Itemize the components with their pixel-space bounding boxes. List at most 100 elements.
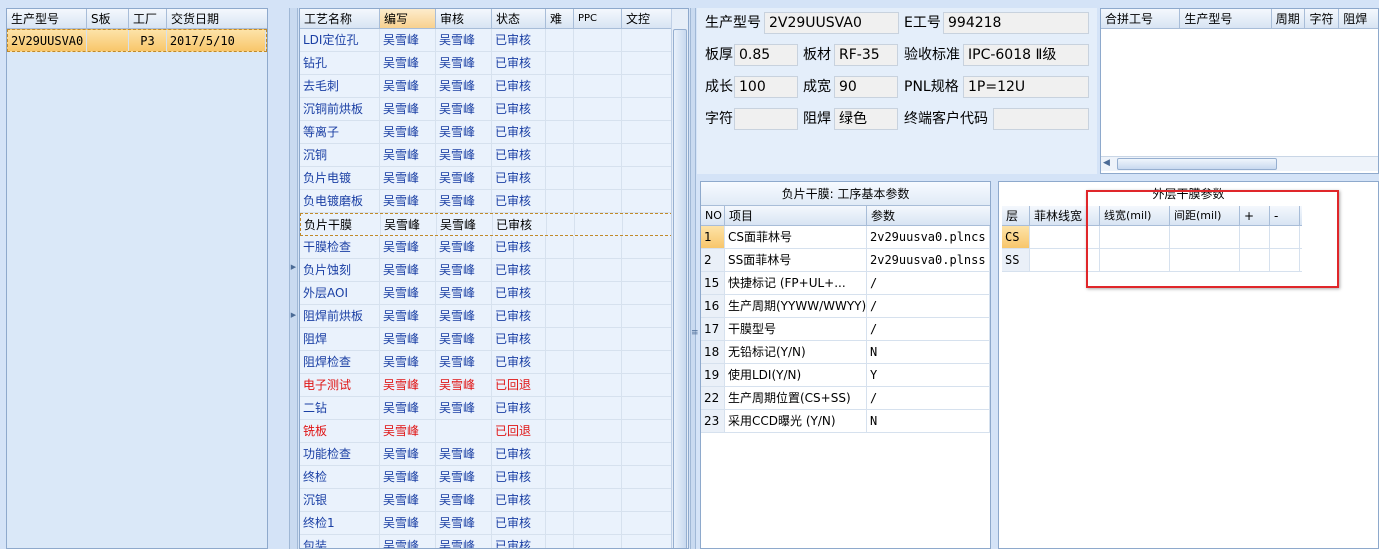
spacing-cell[interactable] xyxy=(1170,249,1240,271)
process-row[interactable]: 负片干膜 吴雪峰 吴雪峰 已审核 xyxy=(300,213,688,236)
splitter-right[interactable]: ≡ xyxy=(690,8,699,549)
col-header-writer[interactable]: 编写 xyxy=(380,9,436,28)
col-header-plus[interactable]: + xyxy=(1240,206,1270,225)
process-row[interactable]: 二钻 吴雪峰 吴雪峰 已审核 xyxy=(300,397,688,420)
col-header-model[interactable]: 生产型号 xyxy=(7,9,87,28)
process-row[interactable]: 电子测试 吴雪峰 吴雪峰 已回退 xyxy=(300,374,688,397)
status-cell: 已审核 xyxy=(492,98,546,120)
process-name-cell: 等离子 xyxy=(300,121,380,143)
param-row[interactable]: 22 生产周期位置(CS+SS) / xyxy=(701,387,990,410)
col-header-delivery-date[interactable]: 交货日期 xyxy=(167,9,267,28)
process-row[interactable]: 阻焊检查 吴雪峰 吴雪峰 已审核 xyxy=(300,351,688,374)
process-name-cell: 终检 xyxy=(300,466,380,488)
col-header-status[interactable]: 状态 xyxy=(492,9,546,28)
length-field[interactable]: 100 xyxy=(734,76,798,98)
col-header-period[interactable]: 周期 xyxy=(1272,9,1306,28)
col-header-spacing-mil[interactable]: 间距(mil) xyxy=(1170,206,1240,225)
process-row[interactable]: 沉银 吴雪峰 吴雪峰 已审核 xyxy=(300,489,688,512)
process-row[interactable]: 等离子 吴雪峰 吴雪峰 已审核 xyxy=(300,121,688,144)
scrollbar-thumb[interactable] xyxy=(673,29,687,548)
eno-field[interactable]: 994218 xyxy=(943,12,1089,34)
col-header-layer[interactable]: 层 xyxy=(1002,206,1030,225)
col-header-ppc[interactable]: PPC xyxy=(574,9,622,28)
param-value-cell: Y xyxy=(867,364,990,386)
col-header-minus[interactable]: - xyxy=(1270,206,1300,225)
char-field[interactable] xyxy=(734,108,798,130)
reviewer-cell: 吴雪峰 xyxy=(436,351,492,373)
process-row[interactable]: 终检1 吴雪峰 吴雪峰 已审核 xyxy=(300,512,688,535)
process-row[interactable]: 钻孔 吴雪峰 吴雪峰 已审核 xyxy=(300,52,688,75)
thickness-field[interactable]: 0.85 xyxy=(734,44,798,66)
layer-cell: CS xyxy=(1002,226,1030,248)
model-field[interactable]: 2V29UUSVA0 xyxy=(764,12,899,34)
col-header-process-name[interactable]: 工艺名称 xyxy=(300,9,380,28)
material-field[interactable]: RF-35 xyxy=(834,44,898,66)
linewidth-cell[interactable] xyxy=(1100,249,1170,271)
col-header-no[interactable]: NO xyxy=(701,206,725,225)
process-row[interactable]: 干膜检查 吴雪峰 吴雪峰 已审核 xyxy=(300,236,688,259)
param-row[interactable]: 23 采用CCD曝光 (Y/N) N xyxy=(701,410,990,433)
col-header-reviewer[interactable]: 审核 xyxy=(436,9,492,28)
vertical-scrollbar[interactable] xyxy=(671,9,688,548)
standard-field[interactable]: IPC-6018 Ⅱ级 xyxy=(963,44,1089,66)
width-field[interactable]: 90 xyxy=(834,76,898,98)
col-header-difficulty[interactable]: 难 xyxy=(546,9,574,28)
process-row[interactable]: 阻焊 吴雪峰 吴雪峰 已审核 xyxy=(300,328,688,351)
col-header-param[interactable]: 参数 xyxy=(867,206,990,225)
layer-row[interactable]: CS xyxy=(1002,226,1302,249)
process-row[interactable]: 外层AOI 吴雪峰 吴雪峰 已审核 xyxy=(300,282,688,305)
param-row[interactable]: 2 SS面菲林号 2v29uusva0.plnss xyxy=(701,249,990,272)
col-header-char[interactable]: 字符 xyxy=(1305,9,1340,28)
scrollbar-thumb[interactable] xyxy=(1117,158,1277,170)
param-row[interactable]: 15 快捷标记 (FP+UL+... / xyxy=(701,272,990,295)
status-cell: 已审核 xyxy=(492,489,546,511)
process-row[interactable]: 沉铜前烘板 吴雪峰 吴雪峰 已审核 xyxy=(300,98,688,121)
param-row[interactable]: 18 无铅标记(Y/N) N xyxy=(701,341,990,364)
model-row[interactable]: 2V29UUSVA0 P3 2017/5/10 xyxy=(7,29,267,52)
col-header-merge-job[interactable]: 合拼工号 xyxy=(1101,9,1181,28)
scroll-left-icon[interactable]: ◀ xyxy=(1103,158,1110,168)
param-row[interactable]: 17 干膜型号 / xyxy=(701,318,990,341)
col-header-s-board[interactable]: S板 xyxy=(87,9,129,28)
col-header-doc-control[interactable]: 文控 xyxy=(622,9,672,28)
plus-cell[interactable] xyxy=(1240,249,1270,271)
doc-control-cell xyxy=(622,190,672,212)
horizontal-scrollbar[interactable]: ◀ xyxy=(1101,156,1378,171)
minus-cell[interactable] xyxy=(1270,226,1300,248)
ppc-cell xyxy=(574,535,622,548)
process-row[interactable]: 铣板 吴雪峰 已回退 xyxy=(300,420,688,443)
process-row[interactable]: 阻焊前烘板 吴雪峰 吴雪峰 已审核 xyxy=(300,305,688,328)
col-header-linewidth-mil[interactable]: 线宽(mil) xyxy=(1100,206,1170,225)
film-linewidth-cell[interactable] xyxy=(1030,249,1100,271)
film-linewidth-cell[interactable] xyxy=(1030,226,1100,248)
param-row[interactable]: 19 使用LDI(Y/N) Y xyxy=(701,364,990,387)
process-row[interactable]: 负电镀磨板 吴雪峰 吴雪峰 已审核 xyxy=(300,190,688,213)
doc-control-cell xyxy=(622,351,672,373)
process-row[interactable]: 功能检查 吴雪峰 吴雪峰 已审核 xyxy=(300,443,688,466)
col-header-item[interactable]: 项目 xyxy=(725,206,867,225)
col-header-solder[interactable]: 阻焊 xyxy=(1339,9,1378,28)
param-row[interactable]: 1 CS面菲林号 2v29uusva0.plncs xyxy=(701,226,990,249)
spacing-cell[interactable] xyxy=(1170,226,1240,248)
col-header-model[interactable]: 生产型号 xyxy=(1180,9,1272,28)
splitter-left[interactable]: ▶ ▶ xyxy=(289,8,298,549)
pnl-field[interactable]: 1P=12U xyxy=(963,76,1089,98)
plus-cell[interactable] xyxy=(1240,226,1270,248)
col-header-factory[interactable]: 工厂 xyxy=(129,9,167,28)
param-row[interactable]: 16 生产周期(YYWW/WWYY) / xyxy=(701,295,990,318)
process-row[interactable]: 终检 吴雪峰 吴雪峰 已审核 xyxy=(300,466,688,489)
layer-row[interactable]: SS xyxy=(1002,249,1302,272)
minus-cell[interactable] xyxy=(1270,249,1300,271)
linewidth-cell[interactable] xyxy=(1100,226,1170,248)
process-row[interactable]: 负片电镀 吴雪峰 吴雪峰 已审核 xyxy=(300,167,688,190)
doc-control-cell xyxy=(622,374,672,396)
solder-field[interactable]: 绿色 xyxy=(834,108,898,130)
process-row[interactable]: 去毛刺 吴雪峰 吴雪峰 已审核 xyxy=(300,75,688,98)
process-row[interactable]: 包装 吴雪峰 吴雪峰 已审核 xyxy=(300,535,688,548)
process-row[interactable]: 沉铜 吴雪峰 吴雪峰 已审核 xyxy=(300,144,688,167)
process-row[interactable]: 负片蚀刻 吴雪峰 吴雪峰 已审核 xyxy=(300,259,688,282)
process-row[interactable]: LDI定位孔 吴雪峰 吴雪峰 已审核 xyxy=(300,29,688,52)
client-field[interactable] xyxy=(993,108,1089,130)
param-no-cell: 2 xyxy=(701,249,725,271)
col-header-film-linewidth[interactable]: 菲林线宽 xyxy=(1030,206,1100,225)
